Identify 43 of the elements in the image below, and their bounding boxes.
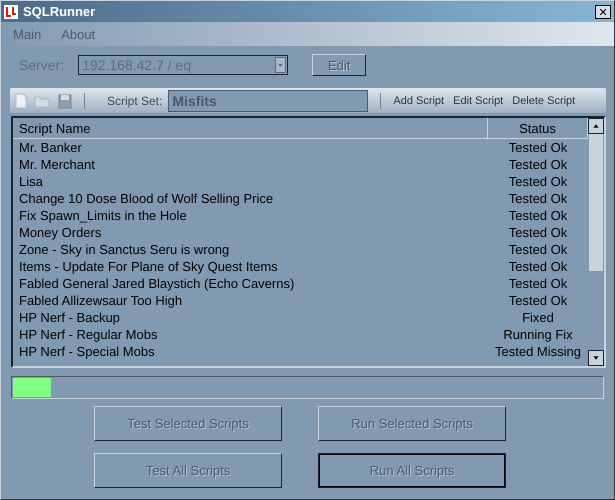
- status-cell: Tested Ok: [508, 208, 568, 223]
- status-cell: Tested Ok: [508, 276, 568, 291]
- window-title: SQLRunner: [23, 4, 96, 19]
- toolbar-link[interactable]: Delete Script: [512, 94, 576, 106]
- script-name-cell: Change 10 Dose Blood of Wolf Selling Price: [19, 191, 274, 206]
- status-cell: Tested Ok: [508, 191, 568, 206]
- status-cell: Tested Ok: [508, 225, 568, 240]
- status-cell: Tested Ok: [508, 157, 568, 172]
- script-name-cell: Lisa: [19, 174, 43, 189]
- scroll-thumb[interactable]: [589, 134, 603, 271]
- script-name-cell: HP Nerf - Backup: [19, 310, 120, 325]
- script-name-cell: Zone - Sky in Sanctus Seru is wrong: [19, 242, 230, 257]
- new-file-icon[interactable]: [14, 92, 28, 108]
- script-name-cell: Mr. Banker: [19, 140, 82, 155]
- scrollbar[interactable]: [588, 118, 604, 366]
- menu-item[interactable]: Main: [13, 26, 42, 42]
- script-set-label: Script Set:: [107, 94, 162, 108]
- script-set-field[interactable]: Misfits: [168, 90, 368, 112]
- script-name-cell: Fix Spawn_Limits in the Hole: [19, 208, 187, 223]
- status-cell: Tested Ok: [508, 140, 568, 155]
- script-name-cell: HP Nerf - Regular Mobs: [19, 327, 158, 342]
- script-name-cell: Money Orders: [19, 225, 102, 240]
- status-cell: Tested Ok: [508, 259, 568, 274]
- scroll-up-icon[interactable]: [588, 118, 604, 134]
- status-cell: Fixed: [522, 310, 554, 325]
- script-name-cell: Fabled General Jared Blaystich (Echo Caverns): [19, 276, 294, 291]
- app-logo-icon: [4, 4, 18, 18]
- script-name-cell: Mr. Merchant: [19, 157, 95, 172]
- status-cell: Tested Missing: [495, 344, 581, 359]
- toolbar-link[interactable]: Add Script: [393, 94, 444, 106]
- close-button[interactable]: ✕: [595, 4, 611, 18]
- status-cell: Running Fix: [503, 327, 573, 342]
- menu-item[interactable]: About: [61, 26, 96, 42]
- status-cell: Tested Ok: [508, 293, 568, 308]
- status-cell: Tested Ok: [508, 242, 568, 257]
- script-name-cell: Fabled Allizewsaur Too High: [19, 293, 182, 308]
- status-cell: Tested Ok: [508, 174, 568, 189]
- column-header[interactable]: Script Name: [13, 118, 488, 138]
- scroll-down-icon[interactable]: [588, 350, 604, 366]
- toolbar-link[interactable]: Edit Script: [453, 94, 504, 106]
- script-name-cell: Items - Update For Plane of Sky Quest Items: [19, 259, 278, 274]
- script-name-cell: HP Nerf - Special Mobs: [19, 344, 155, 359]
- save-icon[interactable]: [58, 92, 72, 108]
